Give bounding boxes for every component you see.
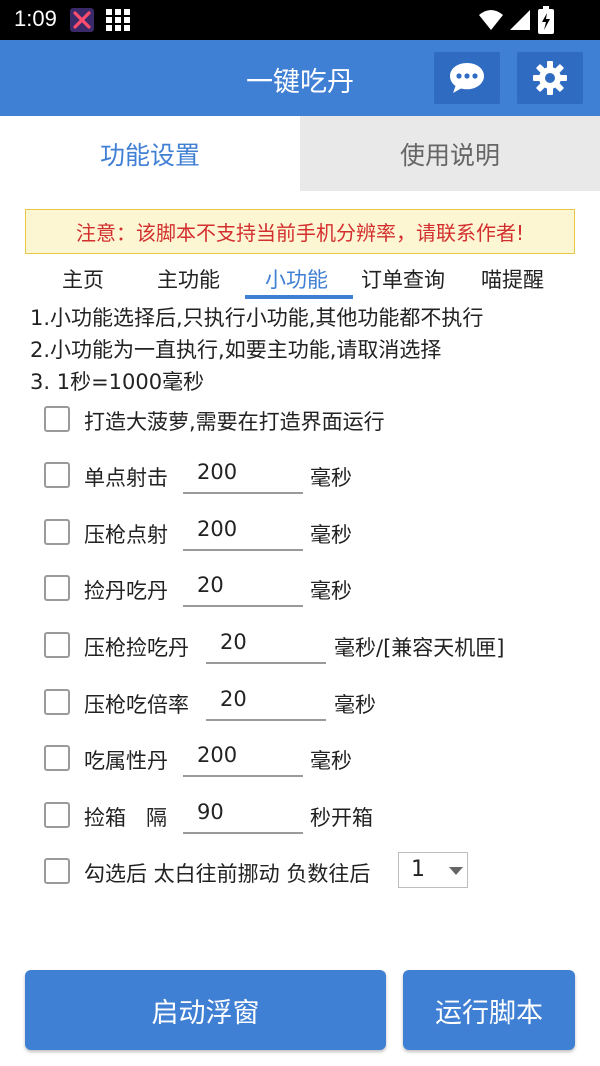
main-tabs: 功能设置 使用说明 — [0, 116, 600, 191]
single-shot-checkbox[interactable] — [44, 462, 70, 488]
select-value: 1 — [411, 857, 425, 882]
pineapple-checkbox[interactable] — [44, 406, 70, 432]
status-time: 1:09 — [14, 6, 57, 31]
settings-button[interactable] — [517, 52, 583, 104]
subtab-meow-reminder[interactable]: 喵提醒 — [481, 264, 544, 294]
option-unit: 毫秒 — [310, 523, 352, 547]
option-label: 捡箱 隔 — [84, 806, 168, 830]
warning-banner: 注意：该脚本不支持当前手机分辨率，请联系作者! — [25, 209, 575, 254]
grid-icon — [106, 9, 130, 31]
option-label: 吃属性丹 — [84, 749, 168, 773]
tab-usage-instructions[interactable]: 使用说明 — [300, 116, 600, 191]
option-label: 压枪点射 — [84, 523, 168, 547]
app-title: 一键吃丹 — [246, 67, 354, 98]
recoil-eat-multiplier-checkbox[interactable] — [44, 689, 70, 715]
recoil-burst-input[interactable] — [183, 509, 303, 551]
option-label: 打造大菠萝,需要在打造界面运行 — [84, 410, 385, 434]
option-row-recoil-pick-eat: 压枪捡吃丹 毫秒/[兼容天机匣] — [0, 620, 600, 672]
pick-box-interval-input[interactable] — [183, 792, 303, 834]
pick-box-checkbox[interactable] — [44, 802, 70, 828]
note-line: 2.小功能为一直执行,如要主功能,请取消选择 — [30, 338, 442, 362]
signal-icon — [510, 10, 530, 30]
pick-eat-pill-checkbox[interactable] — [44, 575, 70, 601]
battery-icon — [538, 6, 554, 34]
subtab-home[interactable]: 主页 — [62, 264, 104, 294]
recoil-burst-checkbox[interactable] — [44, 519, 70, 545]
start-floating-window-button[interactable]: 启动浮窗 — [25, 970, 386, 1050]
chat-icon — [450, 63, 484, 93]
recoil-eat-multiplier-input[interactable] — [206, 679, 326, 721]
option-unit: 毫秒 — [310, 466, 352, 490]
option-row-pineapple: 打造大菠萝,需要在打造界面运行 — [0, 394, 600, 446]
active-subtab-indicator — [245, 295, 353, 299]
option-row-attribute-pill: 吃属性丹 毫秒 — [0, 733, 600, 785]
option-label: 压枪捡吃丹 — [84, 636, 189, 660]
option-label: 压枪吃倍率 — [84, 693, 189, 717]
run-script-button[interactable]: 运行脚本 — [403, 970, 575, 1050]
option-unit: 秒开箱 — [310, 806, 373, 830]
taibai-move-checkbox[interactable] — [44, 858, 70, 884]
gear-icon — [533, 61, 567, 95]
note-line: 1.小功能选择后,只执行小功能,其他功能都不执行 — [30, 306, 484, 330]
taibai-move-select[interactable]: 1 — [398, 852, 468, 888]
option-label: 单点射击 — [84, 466, 168, 490]
option-unit: 毫秒 — [310, 749, 352, 773]
option-label: 捡丹吃丹 — [84, 579, 168, 603]
option-unit: 毫秒 — [334, 693, 376, 717]
option-row-pick-eat-pill: 捡丹吃丹 毫秒 — [0, 563, 600, 615]
subtab-order-query[interactable]: 订单查询 — [361, 264, 445, 294]
option-row-single-shot: 单点射击 毫秒 — [0, 450, 600, 502]
option-unit: 毫秒/[兼容天机匣] — [334, 636, 505, 660]
option-row-recoil-eat-multiplier: 压枪吃倍率 毫秒 — [0, 677, 600, 729]
attribute-pill-checkbox[interactable] — [44, 745, 70, 771]
chat-button[interactable] — [434, 52, 500, 104]
instruction-notes: 1.小功能选择后,只执行小功能,其他功能都不执行 2.小功能为一直执行,如要主功… — [30, 302, 483, 398]
pick-eat-pill-input[interactable] — [183, 565, 303, 607]
app-bar: 一键吃丹 — [0, 40, 600, 116]
attribute-pill-input[interactable] — [183, 735, 303, 777]
recoil-pick-eat-input[interactable] — [206, 622, 326, 664]
single-shot-input[interactable] — [183, 452, 303, 494]
option-row-recoil-burst: 压枪点射 毫秒 — [0, 507, 600, 559]
x-app-icon — [70, 8, 94, 32]
recoil-pick-eat-checkbox[interactable] — [44, 632, 70, 658]
sub-tabs: 主页 主功能 小功能 订单查询 喵提醒 — [0, 260, 600, 300]
chevron-down-icon — [449, 867, 463, 875]
option-row-pick-box: 捡箱 隔 秒开箱 — [0, 790, 600, 842]
tab-feature-settings[interactable]: 功能设置 — [0, 116, 300, 191]
option-row-taibai-move: 勾选后 太白往前挪动 负数往后 1 — [0, 852, 600, 904]
option-unit: 毫秒 — [310, 579, 352, 603]
option-label: 勾选后 太白往前挪动 负数往后 — [84, 862, 371, 886]
wifi-icon — [479, 10, 503, 30]
subtab-main-functions[interactable]: 主功能 — [157, 264, 220, 294]
status-bar: 1:09 — [0, 0, 600, 40]
subtab-small-functions[interactable]: 小功能 — [265, 264, 328, 294]
